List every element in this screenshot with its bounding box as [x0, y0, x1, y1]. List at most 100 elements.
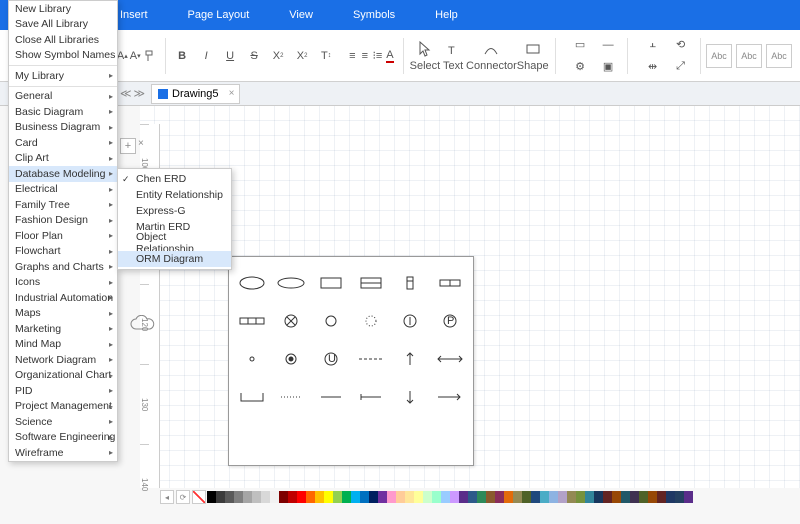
menu-item-network-diagram[interactable]: Network Diagram [9, 352, 117, 368]
menu-item-card[interactable]: Card [9, 135, 117, 151]
menu-item[interactable]: Save All Library [9, 17, 117, 33]
line-color-icon[interactable]: — [595, 35, 621, 55]
color-swatch[interactable] [567, 491, 576, 503]
shape-dot-line[interactable] [233, 341, 271, 377]
style-swatch[interactable]: Abc [706, 44, 732, 68]
submenu-item-chen-erd[interactable]: Chen ERD [118, 171, 231, 187]
color-swatch[interactable] [423, 491, 432, 503]
shape-circle-i[interactable] [392, 303, 430, 339]
menu-item-floor-plan[interactable]: Floor Plan [9, 228, 117, 244]
ribbon-tab-help[interactable]: Help [435, 9, 458, 21]
color-swatch[interactable] [261, 491, 270, 503]
color-swatch[interactable] [486, 491, 495, 503]
menu-item-wireframe[interactable]: Wireframe [9, 445, 117, 461]
menu-item[interactable]: Close All Libraries [9, 32, 117, 48]
shape-dot-filled[interactable] [273, 341, 311, 377]
palette-refresh-icon[interactable]: ⟳ [176, 490, 190, 504]
shape-rect-thin[interactable] [392, 265, 430, 301]
shape-rect[interactable] [312, 265, 350, 301]
color-swatch[interactable] [225, 491, 234, 503]
menu-item-marketing[interactable]: Marketing [9, 321, 117, 337]
color-swatch[interactable] [207, 491, 216, 503]
ribbon-tab-pagelayout[interactable]: Page Layout [188, 9, 250, 21]
menu-item[interactable]: My Library [9, 68, 117, 84]
shape-arrow-right[interactable] [431, 379, 469, 415]
color-swatch[interactable] [594, 491, 603, 503]
submenu-item-object-relationship[interactable]: Object Relationship [118, 235, 231, 251]
shape-circle-p[interactable]: P [431, 303, 469, 339]
ribbon-tab-view[interactable]: View [289, 9, 313, 21]
menu-item-science[interactable]: Science [9, 414, 117, 430]
color-swatch[interactable] [360, 491, 369, 503]
subscript-icon[interactable]: X2 [291, 45, 313, 67]
color-swatch[interactable] [234, 491, 243, 503]
shape-cells[interactable] [233, 303, 271, 339]
settings-icon[interactable]: ⚙ [567, 57, 593, 77]
tab-next-icon[interactable]: ≫ [134, 87, 146, 100]
color-swatch[interactable] [495, 491, 504, 503]
color-swatch[interactable] [441, 491, 450, 503]
align-center-icon[interactable]: ≡ [360, 45, 371, 67]
color-swatch[interactable] [243, 491, 252, 503]
distribute-icon[interactable]: ⇹ [640, 57, 666, 77]
shape-circle-dotted[interactable] [352, 303, 390, 339]
superscript-icon[interactable]: X2 [267, 45, 289, 67]
color-swatch[interactable] [612, 491, 621, 503]
shape-circle-u[interactable]: U [312, 341, 350, 377]
menu-item-family-tree[interactable]: Family Tree [9, 197, 117, 213]
shape-circle-x[interactable] [273, 303, 311, 339]
menu-item-project-management[interactable]: Project Management [9, 399, 117, 415]
shape-tool[interactable]: Shape [517, 33, 549, 79]
color-swatch[interactable] [558, 491, 567, 503]
color-swatch[interactable] [477, 491, 486, 503]
size-icon[interactable]: ⤢ [668, 57, 694, 77]
menu-item-clip-art[interactable]: Clip Art [9, 151, 117, 167]
underline-icon[interactable]: U [219, 45, 241, 67]
color-swatch[interactable] [432, 491, 441, 503]
shape-rect-2col[interactable] [431, 265, 469, 301]
menu-item-pid[interactable]: PID [9, 383, 117, 399]
menu-item-maps[interactable]: Maps [9, 306, 117, 322]
submenu-item-entity-relationship[interactable]: Entity Relationship [118, 187, 231, 203]
menu-item-industrial-automation[interactable]: Industrial Automation [9, 290, 117, 306]
submenu-item-express-g[interactable]: Express-G [118, 203, 231, 219]
color-swatch[interactable] [513, 491, 522, 503]
color-swatch[interactable] [387, 491, 396, 503]
color-swatch[interactable] [306, 491, 315, 503]
color-swatch[interactable] [621, 491, 630, 503]
style-swatch[interactable]: Abc [736, 44, 762, 68]
color-swatch[interactable] [576, 491, 585, 503]
shape-ellipse-wide[interactable] [273, 265, 311, 301]
align-icon[interactable]: ⫠ [640, 35, 666, 55]
shape-dashed-line[interactable] [352, 341, 390, 377]
document-tab[interactable]: Drawing5 × [151, 84, 239, 104]
decrease-font-icon[interactable]: A▾ [130, 45, 141, 67]
text-height-icon[interactable]: T↕ [315, 45, 337, 67]
color-swatch[interactable] [504, 491, 513, 503]
align-left-icon[interactable]: ≡ [347, 45, 358, 67]
color-swatch[interactable] [270, 491, 279, 503]
palette-prev-icon[interactable]: ◂ [160, 490, 174, 504]
menu-item-icons[interactable]: Icons [9, 275, 117, 291]
menu-item-software-engineering[interactable]: Software Engineering [9, 430, 117, 446]
ribbon-tab-insert[interactable]: Insert [120, 9, 148, 21]
font-color-icon[interactable]: A [385, 45, 396, 67]
menu-item-business-diagram[interactable]: Business Diagram [9, 120, 117, 136]
text-tool[interactable]: T Text [440, 33, 466, 79]
shape-line[interactable] [312, 379, 350, 415]
shape-dotted-seg[interactable] [273, 379, 311, 415]
tab-prev-icon[interactable]: ≪ [120, 87, 132, 100]
shape-bracket[interactable] [233, 379, 271, 415]
color-swatch[interactable] [675, 491, 684, 503]
group-icon[interactable]: ▣ [595, 57, 621, 77]
color-swatch[interactable] [342, 491, 351, 503]
menu-item-mind-map[interactable]: Mind Map [9, 337, 117, 353]
shape-circle-small[interactable] [312, 303, 350, 339]
color-swatch[interactable] [414, 491, 423, 503]
color-swatch[interactable] [540, 491, 549, 503]
color-swatch[interactable] [468, 491, 477, 503]
fill-color-icon[interactable]: ▭ [567, 35, 593, 55]
bullets-icon[interactable]: ⁝≡ [372, 45, 383, 67]
color-swatch[interactable] [639, 491, 648, 503]
shape-arrow-down[interactable] [392, 379, 430, 415]
